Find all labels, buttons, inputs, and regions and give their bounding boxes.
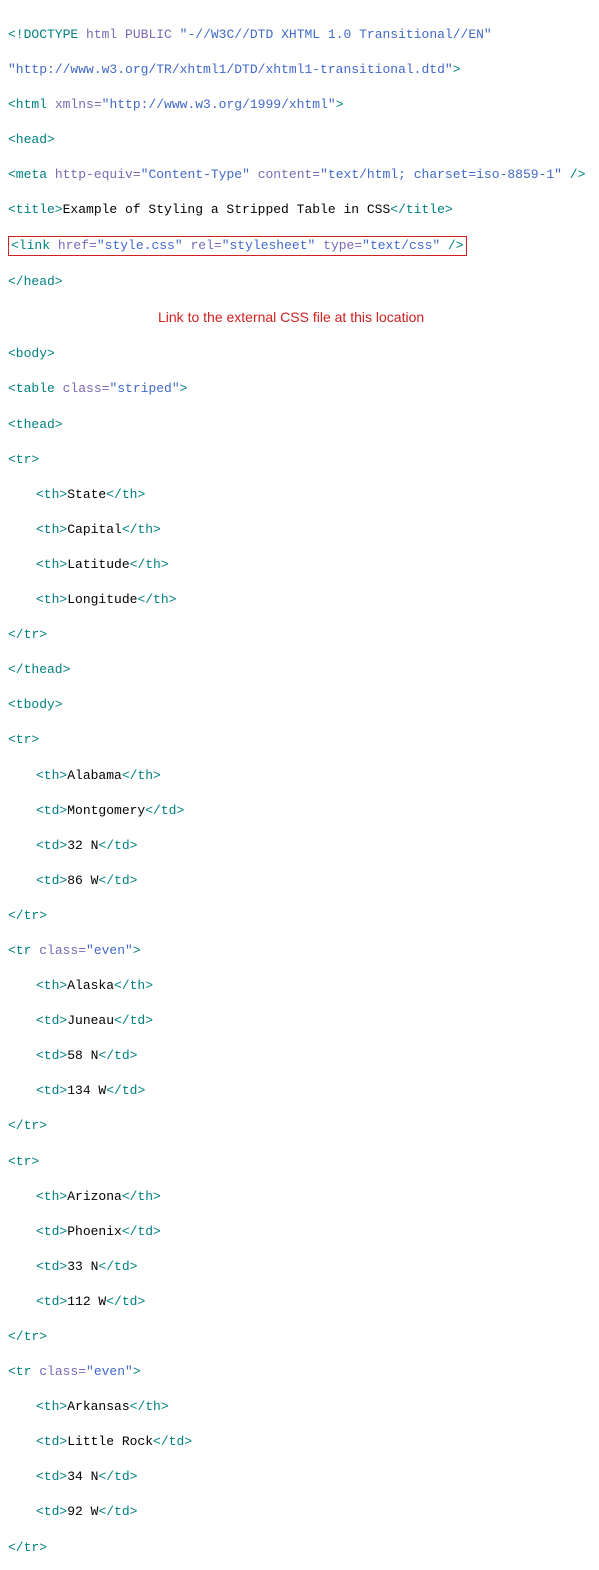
title-text: Example of Styling a Stripped Table in C… (63, 202, 391, 217)
row4-capital: Little Rock (67, 1434, 153, 1449)
header-capital: Capital (67, 522, 122, 537)
highlighted-link-line: <link href="style.css" rel="stylesheet" … (8, 236, 467, 256)
code-listing: <!DOCTYPE html PUBLIC "-//W3C//DTD XHTML… (8, 8, 591, 1570)
annotation-text: Link to the external CSS file at this lo… (158, 308, 424, 327)
header-latitude: Latitude (67, 557, 129, 572)
row4-lat: 34 N (67, 1469, 98, 1484)
row4-state: Arkansas (67, 1399, 129, 1414)
row2-capital: Juneau (67, 1013, 114, 1028)
row3-lon: 112 W (67, 1294, 106, 1309)
header-state: State (67, 487, 106, 502)
row4-lon: 92 W (67, 1504, 98, 1519)
row2-state: Alaska (67, 978, 114, 993)
row3-state: Arizona (67, 1189, 122, 1204)
header-longitude: Longitude (67, 592, 137, 607)
row2-lat: 58 N (67, 1048, 98, 1063)
row1-state: Alabama (67, 768, 122, 783)
row3-capital: Phoenix (67, 1224, 122, 1239)
row3-lat: 33 N (67, 1259, 98, 1274)
row1-lon: 86 W (67, 873, 98, 888)
row1-capital: Montgomery (67, 803, 145, 818)
row2-lon: 134 W (67, 1083, 106, 1098)
row1-lat: 32 N (67, 838, 98, 853)
